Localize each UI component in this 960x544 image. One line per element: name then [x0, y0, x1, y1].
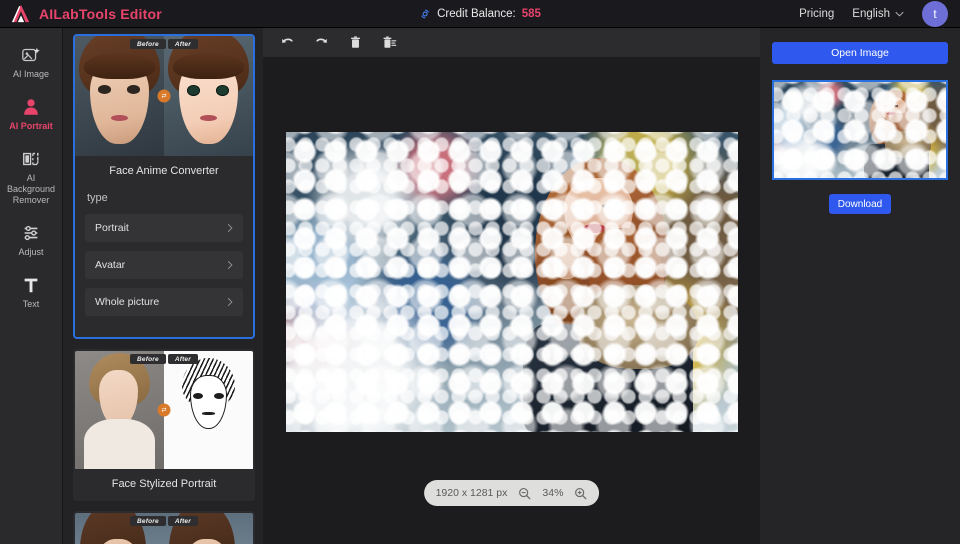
undo-arrow-icon — [281, 38, 293, 43]
language-selector[interactable]: English — [852, 8, 904, 20]
before-image — [75, 36, 164, 156]
text-t-icon — [24, 278, 38, 293]
before-after-tags: Before After — [130, 354, 198, 364]
before-after-tags: Before After — [130, 39, 198, 49]
sidebar-item-ai-background-remover[interactable]: AI Background Remover — [0, 142, 63, 212]
zoom-in-icon[interactable] — [574, 487, 587, 500]
compare-slider-handle[interactable]: ⇄ — [157, 403, 171, 417]
avatar[interactable]: t — [922, 0, 948, 27]
before-after-tags: Before After — [130, 516, 198, 526]
tool-card-face-anime-converter[interactable]: Before After ⇄ Face Anime Converter type… — [73, 34, 255, 339]
sidebar-item-ai-portrait[interactable]: AI Portrait — [0, 90, 63, 138]
chevron-right-icon — [227, 223, 233, 233]
after-image — [164, 36, 253, 156]
compare-slider-handle[interactable]: ⇄ — [157, 89, 171, 103]
credit-coin-icon — [421, 9, 430, 18]
canvas-toolbar — [263, 28, 760, 57]
delete-button[interactable] — [345, 33, 365, 53]
top-bar: AILabTools Editor Credit Balance: 585 Pr… — [0, 0, 960, 28]
undo-button[interactable] — [277, 33, 297, 53]
adjust-sliders-icon — [24, 225, 38, 241]
before-tag: Before — [130, 354, 166, 364]
before-tag: Before — [130, 39, 166, 49]
app-root: AILabTools Editor Credit Balance: 585 Pr… — [0, 0, 960, 544]
after-tag: After — [167, 354, 198, 364]
tool-option-label: Whole picture — [95, 296, 160, 308]
top-bar-actions: Pricing English t — [799, 0, 960, 27]
sidebar-item-adjust[interactable]: Adjust — [0, 216, 63, 264]
canvas-area: 1920 x 1281 px 34% — [263, 28, 760, 544]
before-after-preview: Before After — [75, 36, 253, 156]
open-image-button[interactable]: Open Image — [772, 42, 948, 64]
ai-portrait-icon — [24, 99, 38, 115]
tool-option-label: Portrait — [95, 222, 129, 234]
tool-option-group-label: type — [87, 192, 108, 204]
trash-icon — [350, 36, 360, 48]
tool-card-face-stylized-portrait[interactable]: Before After ⇄ Face Stylized Portrait — [73, 349, 255, 501]
tool-card-partial[interactable]: Before After — [73, 511, 255, 544]
tool-card-title: Face Stylized Portrait — [111, 478, 217, 490]
zoom-level: 34% — [542, 487, 564, 499]
clear-all-button[interactable] — [379, 33, 399, 53]
chevron-down-icon — [895, 11, 904, 17]
logo-mountain-icon — [11, 4, 30, 22]
tool-option-avatar[interactable]: Avatar — [85, 251, 243, 279]
pricing-link[interactable]: Pricing — [799, 8, 834, 20]
credit-balance: Credit Balance: 585 — [419, 8, 541, 20]
canvas-stage[interactable]: 1920 x 1281 px 34% — [263, 57, 760, 544]
tool-list-panel[interactable]: Before After ⇄ Face Anime Converter type… — [63, 28, 263, 544]
tool-card-title: Face Anime Converter — [109, 165, 219, 177]
before-after-preview: Before After — [75, 513, 253, 544]
body-row: AI Image AI Portrait AI Background Remov… — [0, 28, 960, 544]
chevron-right-icon — [227, 297, 233, 307]
tool-options-panel: type Portrait Avatar Whole picture — [75, 186, 253, 337]
redo-arrow-icon — [315, 38, 327, 43]
chevron-right-icon — [227, 260, 233, 270]
zoom-out-icon[interactable] — [518, 487, 531, 500]
after-tag: After — [167, 39, 198, 49]
tool-option-portrait[interactable]: Portrait — [85, 214, 243, 242]
sidebar-item-label: AI Image — [12, 69, 50, 79]
sidebar-item-label: Text — [22, 299, 40, 309]
tool-option-label: Avatar — [95, 259, 126, 271]
image-dimensions: 1920 x 1281 px — [435, 487, 508, 499]
zoom-bar: 1920 x 1281 px 34% — [423, 480, 600, 506]
canvas-image[interactable] — [285, 131, 738, 432]
sidebar-item-label: AI Portrait — [9, 121, 53, 131]
after-image — [164, 351, 253, 469]
sidebar-item-ai-image[interactable]: AI Image — [0, 38, 63, 86]
before-after-preview: Before After — [75, 351, 253, 469]
sidebar-item-label: Adjust — [18, 247, 44, 257]
sidebar-item-text[interactable]: Text — [0, 268, 63, 316]
result-thumbnail[interactable] — [772, 80, 948, 180]
after-tag: After — [167, 516, 198, 526]
language-label: English — [852, 7, 890, 20]
sidebar-item-label: AI Background Remover — [6, 173, 56, 205]
left-rail: AI Image AI Portrait AI Background Remov… — [0, 28, 63, 544]
credit-label: Credit Balance: — [437, 7, 516, 20]
before-tag: Before — [130, 516, 166, 526]
before-image — [75, 351, 164, 469]
download-button[interactable]: Download — [829, 194, 891, 214]
brand-name: AILabTools Editor — [39, 5, 162, 22]
background-remover-icon — [23, 152, 39, 166]
tool-option-whole-picture[interactable]: Whole picture — [85, 288, 243, 316]
ai-image-icon — [22, 47, 40, 62]
credit-value: 585 — [521, 7, 541, 20]
brand[interactable]: AILabTools Editor — [0, 4, 162, 24]
redo-button[interactable] — [311, 33, 331, 53]
right-panel: Open Image Download — [760, 28, 960, 544]
trash-lines-icon — [383, 36, 396, 48]
